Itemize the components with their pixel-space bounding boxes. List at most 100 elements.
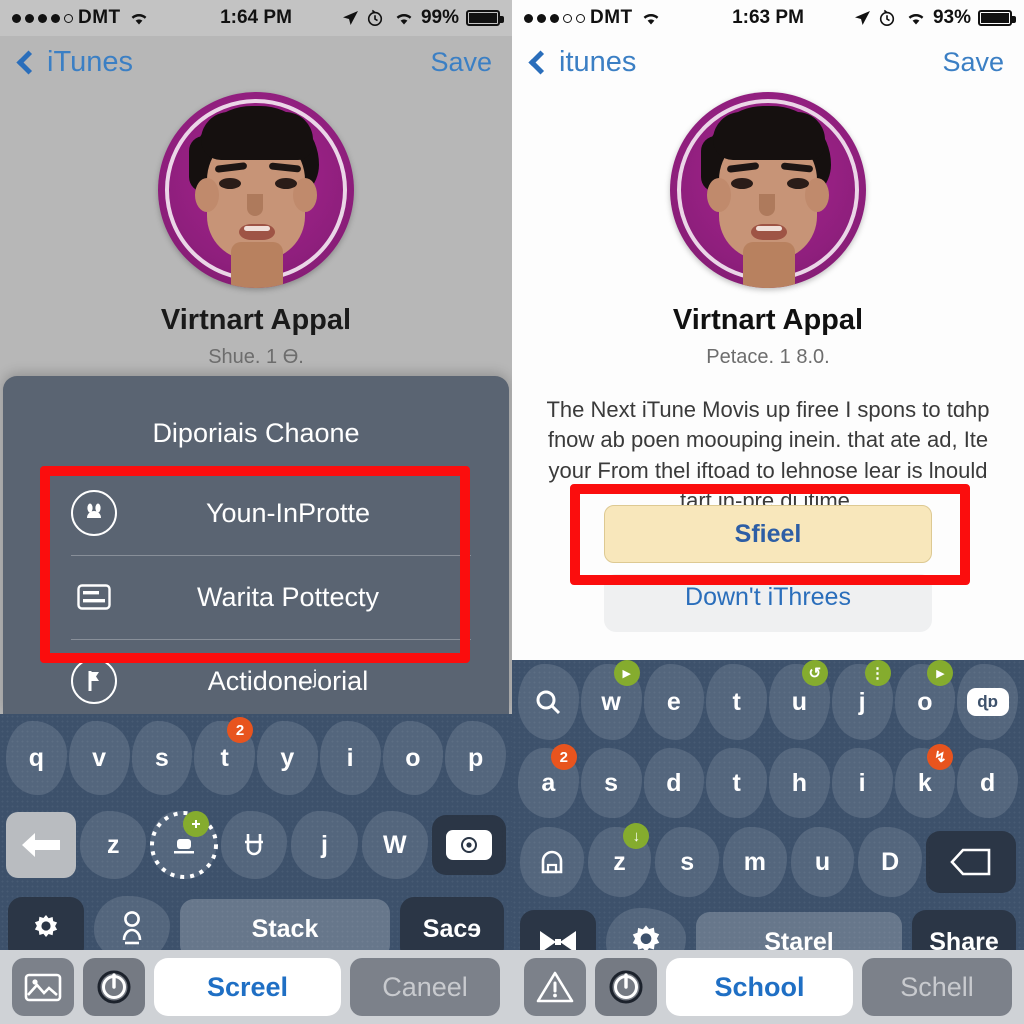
share-key-right[interactable]: Share	[912, 910, 1016, 950]
key-D-right[interactable]: D	[858, 827, 923, 897]
save-button[interactable]: Save	[430, 47, 492, 78]
toolbar-secondary-button-right[interactable]: Schell	[862, 958, 1012, 1016]
keyboard-row-3: Stack Sacɘ	[0, 888, 512, 950]
card-lines-icon	[71, 574, 117, 620]
photo-icon-button[interactable]	[12, 958, 74, 1016]
avatar-right[interactable]	[670, 92, 866, 288]
power-icon-button[interactable]	[83, 958, 145, 1016]
key-w-right[interactable]: w ▸	[580, 660, 642, 740]
key-glyph-u[interactable]	[220, 811, 288, 879]
key-v[interactable]: v	[68, 721, 130, 795]
save-button-right[interactable]: Save	[942, 47, 1004, 78]
location-arrow-icon	[341, 9, 359, 27]
gear-icon-key[interactable]	[8, 897, 84, 950]
toolbar-secondary-button[interactable]: Caneel	[350, 958, 500, 1016]
key-speech-bubble[interactable]: ɖɒ	[957, 664, 1018, 740]
key-z-right-label: z	[613, 847, 626, 876]
key-s[interactable]: s	[131, 721, 193, 795]
key-d-right[interactable]: d	[643, 748, 705, 818]
key-k-right[interactable]: k ↯	[894, 744, 956, 818]
key-s-right[interactable]: s	[580, 748, 642, 818]
action-sheet-item-1[interactable]: Youn-InProtte	[3, 471, 509, 555]
space-key-right[interactable]: Starel	[696, 912, 902, 950]
face-circle-icon	[71, 490, 117, 536]
key-w-right-label: w	[601, 687, 621, 716]
key-t-badge: 2	[227, 717, 253, 743]
keyboard-row-1: q v s t 2 y i o p	[0, 714, 512, 802]
key-h-right[interactable]: h	[769, 748, 830, 818]
flag-circle-icon	[71, 658, 117, 704]
action-sheet-list: Youn-InProtte Warita Pottecty Actidoneʲo…	[3, 471, 509, 723]
key-a-right[interactable]: a 2	[518, 744, 579, 818]
key-u-right[interactable]: u ↺	[769, 660, 830, 740]
warning-icon-button[interactable]	[524, 958, 586, 1016]
on-screen-keyboard-right: w ▸ e t u ↺ j ⋮ o ▸ ɖɒ a 2 s d t h i k ↯…	[512, 660, 1024, 950]
key-w[interactable]: W	[361, 811, 429, 879]
key-z[interactable]: z	[80, 811, 147, 879]
key-d2-right[interactable]: d	[957, 748, 1018, 818]
nav-bar: iTunes Save	[0, 36, 512, 88]
key-j-right-label: j	[858, 687, 866, 716]
profile-subtitle-right: Petace. 1 8.0.	[706, 346, 830, 368]
key-j-right[interactable]: j ⋮	[831, 660, 893, 740]
key-selected-emoji[interactable]	[149, 811, 218, 879]
bowtie-icon-key[interactable]	[520, 910, 596, 950]
key-p[interactable]: p	[445, 721, 506, 795]
back-button-right[interactable]: itunes	[528, 46, 636, 79]
key-a-right-label: a	[541, 768, 556, 797]
avatar[interactable]	[158, 92, 354, 288]
battery-icon-right	[978, 10, 1016, 26]
key-i[interactable]: i	[319, 721, 381, 795]
secondary-link[interactable]: Down't iThrees	[685, 583, 851, 612]
space-key[interactable]: Stack	[180, 899, 390, 950]
back-button-label: iTunes	[47, 45, 133, 78]
key-o[interactable]: o	[382, 721, 444, 795]
person-icon-key[interactable]	[94, 896, 170, 950]
toolbar-primary-button[interactable]: Screel	[154, 958, 341, 1016]
key-q[interactable]: q	[6, 721, 67, 795]
key-k-badge: ↯	[927, 744, 954, 770]
key-e-right[interactable]: e	[643, 664, 705, 740]
profile-name-right: Virtnart Appal	[672, 304, 864, 336]
power-icon-button-right[interactable]	[595, 958, 657, 1016]
key-t2-right[interactable]: t	[706, 748, 767, 818]
status-bar-right: DMT 1:63 PM 93%	[512, 0, 1024, 36]
delete-key-right[interactable]	[926, 831, 1017, 893]
primary-action-button[interactable]: Sfieel	[604, 505, 932, 563]
key-home-icon[interactable]	[520, 827, 584, 897]
back-button[interactable]: iTunes	[16, 45, 133, 79]
avatar-portrait	[181, 106, 331, 288]
key-j[interactable]: j	[291, 811, 358, 879]
key-t[interactable]: t 2	[194, 717, 255, 795]
key-o-right[interactable]: o ▸	[894, 660, 956, 740]
action-sheet-item-3[interactable]: Actidoneʲorial	[3, 639, 509, 723]
chevron-left-icon	[16, 49, 41, 75]
toolbar-primary-button-right[interactable]: School	[666, 958, 853, 1016]
key-s2-right[interactable]: s	[655, 827, 720, 897]
action-sheet-item-2[interactable]: Warita Pottecty	[3, 555, 509, 639]
return-key[interactable]: Sacɘ	[400, 897, 504, 950]
key-t-label: t	[220, 743, 229, 772]
action-sheet-title: Diporiais Chaone	[152, 418, 360, 448]
key-y[interactable]: y	[257, 721, 318, 795]
key-m-right[interactable]: m	[723, 827, 787, 897]
action-sheet-item-3-label: Actidoneʲorial	[207, 665, 369, 696]
keyboard-row-4-right: Starel Share	[512, 902, 1024, 950]
key-search[interactable]	[518, 664, 579, 740]
alarm-icon-right	[878, 9, 896, 27]
back-arrow-key[interactable]	[6, 812, 76, 878]
right-phone-panel: DMT 1:63 PM 93% itunes Save Virtnart App…	[512, 0, 1024, 1024]
secondary-link-card[interactable]: Down't iThrees	[604, 574, 932, 632]
key-k-right-label: k	[917, 768, 932, 797]
gear-icon-key-right[interactable]	[606, 908, 686, 950]
key-u2-right[interactable]: u	[790, 827, 855, 897]
key-t-right[interactable]: t	[706, 664, 767, 740]
key-circle-dot[interactable]	[432, 815, 507, 875]
avatar-container-right	[512, 92, 1024, 288]
key-z-right[interactable]: z ↓	[587, 823, 652, 897]
key-i-right[interactable]: i	[831, 748, 893, 818]
status-right: 99%	[341, 7, 504, 29]
keyboard-row-1-right: w ▸ e t u ↺ j ⋮ o ▸ ɖɒ	[512, 660, 1024, 744]
left-phone-panel: DMT 1:64 PM 99% iTunes Save Virtnart App…	[0, 0, 512, 1024]
keyboard-row-3-right: z ↓ s m u D	[512, 822, 1024, 902]
